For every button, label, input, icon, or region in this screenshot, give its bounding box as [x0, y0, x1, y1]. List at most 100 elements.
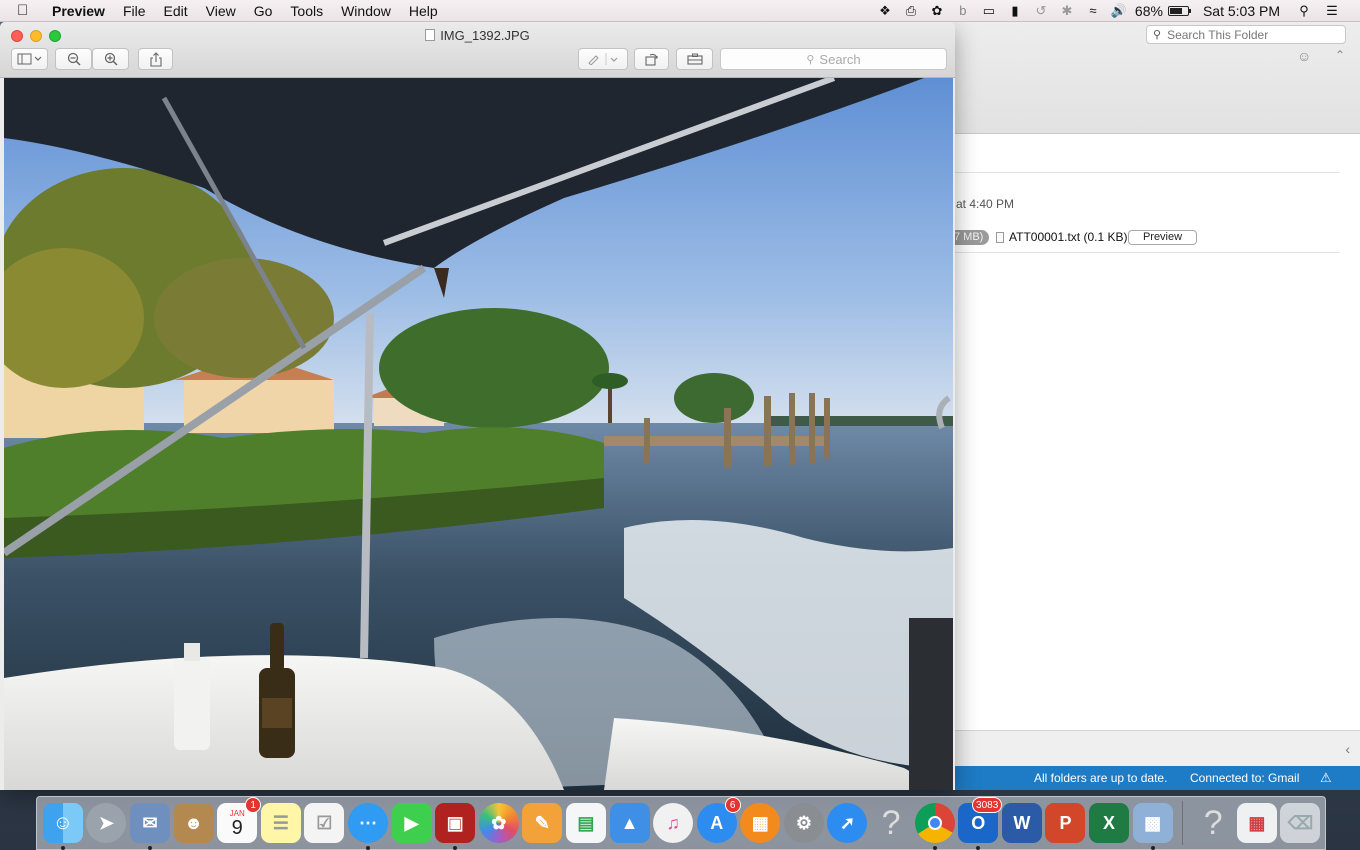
dock-outlook[interactable]: O 3083: [958, 797, 1003, 850]
chevron-left-icon[interactable]: ‹: [1345, 741, 1350, 757]
attachment-item[interactable]: ATT00001.txt (0.1 KB): [996, 230, 1128, 244]
dock-notes[interactable]: ☰: [260, 803, 301, 843]
trash-icon: ⌫: [1287, 812, 1314, 833]
notes-icon: ☰: [272, 812, 289, 833]
dock-finder[interactable]: ☺: [42, 803, 83, 850]
dock-word[interactable]: W: [1001, 803, 1042, 843]
menu-edit[interactable]: Edit: [164, 3, 188, 19]
menu-help[interactable]: Help: [409, 3, 438, 19]
calendar-day: 9: [231, 816, 243, 839]
dock-separator: [1182, 801, 1184, 845]
airplay-icon[interactable]: ▭: [981, 3, 997, 18]
chrome-icon: [927, 816, 942, 830]
printer-icon[interactable]: ⎙: [903, 3, 919, 18]
menu-tools[interactable]: Tools: [290, 3, 323, 19]
dock-photo-slideshow[interactable]: ▦: [1236, 803, 1277, 843]
music-note-icon: ♫: [666, 812, 680, 833]
dock-pages[interactable]: ✎: [522, 803, 563, 843]
sidebar-toggle-button[interactable]: [11, 48, 48, 70]
dock-trash[interactable]: ⌫: [1280, 803, 1321, 843]
rotate-button[interactable]: [634, 48, 669, 70]
notification-center-icon[interactable]: ☰: [1324, 3, 1340, 18]
zoom-out-icon: [67, 52, 81, 66]
question-mark-icon: ?: [1203, 803, 1223, 842]
bluetooth-app-icon[interactable]: ✿: [929, 3, 945, 18]
speech-bubble-icon: ⋯: [358, 812, 377, 833]
dock-safari[interactable]: ➚: [827, 803, 868, 843]
bar-chart-icon: ▤: [577, 812, 595, 833]
dock-contacts[interactable]: ☻: [173, 803, 214, 843]
dock-reminders[interactable]: ☑: [304, 803, 345, 843]
dock-photo-booth[interactable]: ▣: [435, 803, 476, 850]
zoom-in-button[interactable]: [92, 48, 129, 70]
dropbox-icon[interactable]: ❖: [877, 3, 893, 18]
powerpoint-icon: P: [1059, 812, 1072, 833]
emoji-menu-icon[interactable]: ☺: [1297, 48, 1311, 64]
photo-canvas: [4, 78, 953, 790]
dock-excel[interactable]: X: [1089, 803, 1130, 843]
calendar-badge: 1: [245, 797, 262, 813]
wifi-icon[interactable]: ≈: [1085, 3, 1101, 18]
menu-file[interactable]: File: [123, 3, 146, 19]
chevron-up-icon[interactable]: ⌃: [1335, 48, 1345, 62]
dock-keynote[interactable]: ▲: [609, 803, 650, 843]
connection-status-text: Connected to: Gmail: [1190, 771, 1300, 785]
menu-go[interactable]: Go: [254, 3, 273, 19]
document-icon: [996, 231, 1004, 243]
apple-menu-icon[interactable]: : [17, 2, 37, 19]
running-indicator: [365, 846, 370, 850]
mail-search-field[interactable]: ⚲ Search This Folder: [1146, 25, 1346, 44]
dock-powerpoint[interactable]: P: [1045, 803, 1086, 843]
battery-app-icon[interactable]: ▮: [1007, 3, 1023, 18]
menu-bar:  Preview File Edit View Go Tools Window…: [0, 0, 1360, 22]
running-indicator: [976, 846, 981, 850]
dock-system-preferences[interactable]: ⚙: [783, 803, 824, 843]
dock-photos[interactable]: ✿: [478, 803, 519, 843]
time-machine-icon[interactable]: ↺: [1033, 3, 1049, 18]
mail-bottom-bar: ‹: [940, 730, 1360, 766]
preview-button[interactable]: Preview: [1128, 230, 1197, 245]
question-mark-icon: ?: [881, 803, 901, 842]
gear-icon: ⚙: [795, 812, 812, 833]
markup-pen-icon: [588, 53, 618, 65]
dock-chrome[interactable]: [914, 803, 955, 850]
dock-mail-stamp[interactable]: ✉: [129, 803, 170, 850]
menu-app-preview[interactable]: Preview: [52, 3, 105, 19]
app-store-badge: 6: [724, 797, 741, 813]
spotlight-icon[interactable]: ⚲: [1296, 3, 1312, 18]
zoom-out-button[interactable]: [55, 48, 92, 70]
book-icon: ▦: [751, 812, 769, 833]
battery-percent[interactable]: 68%: [1135, 3, 1163, 19]
dock-preview[interactable]: ▩: [1132, 803, 1173, 850]
bluetooth-icon[interactable]: ✱: [1059, 3, 1075, 18]
menubar-clock[interactable]: Sat 5:03 PM: [1203, 3, 1280, 19]
volume-icon[interactable]: 🔊: [1111, 3, 1127, 18]
menu-window[interactable]: Window: [341, 3, 391, 19]
stamp-icon: ✉: [142, 812, 158, 833]
share-button[interactable]: [138, 48, 173, 70]
dock-itunes[interactable]: ♫: [653, 803, 694, 843]
dock-calendar[interactable]: JAN 9 1: [217, 797, 262, 843]
dock-unknown-app[interactable]: ?: [1193, 803, 1233, 843]
message-time: at 4:40 PM: [956, 197, 1015, 211]
excel-icon: X: [1103, 812, 1116, 833]
battery-icon[interactable]: [1167, 5, 1191, 16]
warning-icon[interactable]: ⚠: [1320, 770, 1332, 786]
markup-pen-button[interactable]: [578, 48, 628, 70]
dock-unknown-app[interactable]: ?: [871, 803, 911, 843]
preview-search-field[interactable]: ⚲ Search: [720, 48, 947, 70]
menu-view[interactable]: View: [206, 3, 236, 19]
dock-launchpad[interactable]: ➤: [86, 803, 127, 843]
app-store-icon: A: [710, 812, 724, 833]
sync-status-text: All folders are up to date.: [1034, 771, 1168, 785]
beats-icon[interactable]: b: [955, 3, 971, 18]
preview-window: IMG_1392.JPG ⚲ Search: [0, 22, 955, 790]
rocket-icon: ➤: [98, 812, 114, 833]
toolbox-button[interactable]: [676, 48, 713, 70]
dock-ibooks[interactable]: ▦: [740, 803, 781, 843]
dock-facetime[interactable]: ▶: [391, 803, 432, 843]
dock-messages[interactable]: ⋯: [347, 803, 388, 850]
dock-numbers[interactable]: ▤: [565, 803, 606, 843]
mail-window: ⚲ Search This Folder ☺ ⌃ at 4:40 PM 7 MB…: [940, 22, 1360, 790]
dock-app-store[interactable]: A 6: [696, 797, 741, 843]
